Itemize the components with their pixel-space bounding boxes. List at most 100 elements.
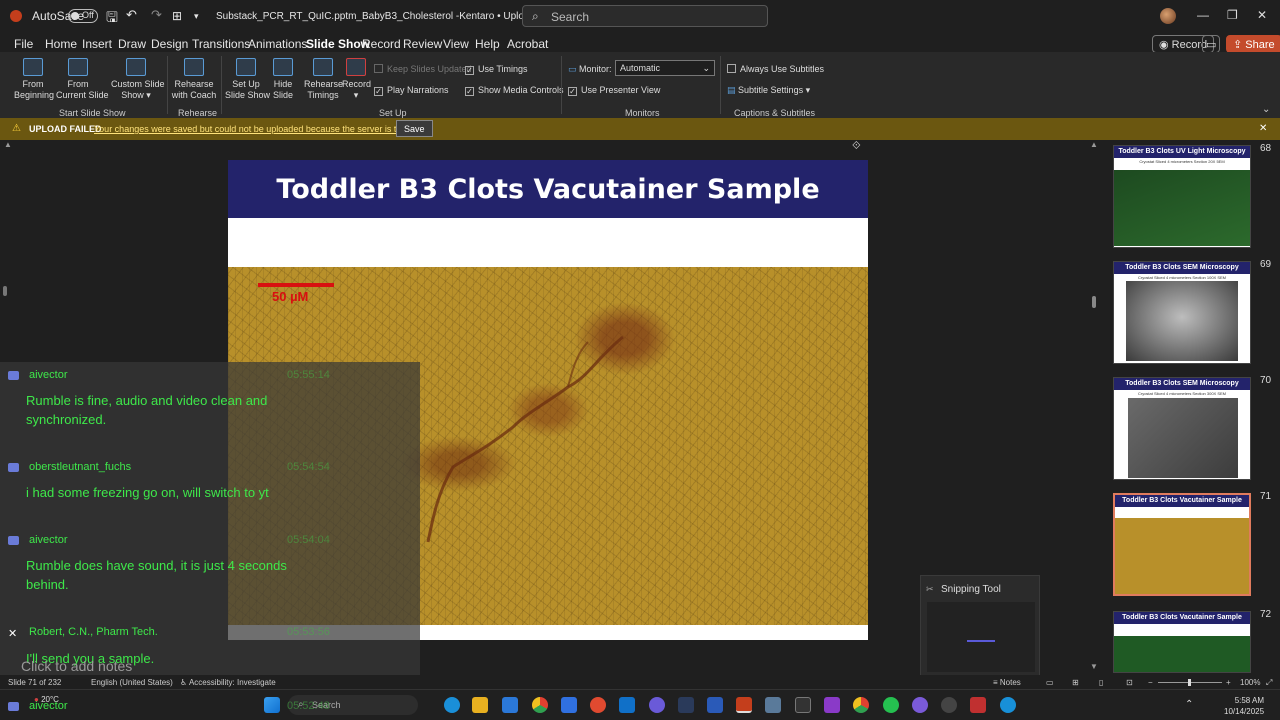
close-warning-icon[interactable]: ✕ bbox=[1259, 123, 1267, 134]
search-box[interactable]: ⌕ Search bbox=[522, 5, 768, 27]
close-icon[interactable]: ✕ bbox=[8, 627, 17, 640]
normal-view-icon[interactable]: ▭ bbox=[1046, 678, 1054, 687]
zoom-in-icon[interactable]: + bbox=[1226, 678, 1231, 687]
slideshow-view-icon[interactable]: ⊡ bbox=[1126, 678, 1133, 687]
collapse-ribbon-icon[interactable]: ⌄ bbox=[1262, 104, 1270, 115]
from-current-slide-button[interactable]: From Current Slide bbox=[56, 58, 109, 101]
autosave-toggle[interactable]: Off bbox=[68, 9, 98, 23]
fit-to-window-icon[interactable]: ⤢ bbox=[1266, 678, 1272, 688]
notification-area-icon[interactable]: ⌃ bbox=[1185, 699, 1193, 710]
record-slide-button[interactable]: Record ▾ bbox=[342, 58, 371, 101]
slide-title[interactable]: Toddler B3 Clots Vacutainer Sample bbox=[228, 174, 868, 205]
clock[interactable]: 5:58 AM 10/14/2025 bbox=[1224, 695, 1264, 717]
notes-placeholder[interactable]: Click to add notes bbox=[21, 658, 132, 674]
chat-time: 05:55:14 bbox=[287, 369, 330, 381]
close-icon[interactable]: ✕ bbox=[1257, 8, 1267, 22]
telegram-icon[interactable] bbox=[1000, 697, 1016, 713]
slide-thumbnail-72[interactable]: Toddler B3 Clots Vacutainer Sample bbox=[1113, 611, 1251, 673]
taskbar: ● 20°C ⌕ Search ⌃ 5:58 AM 10/14/2025 bbox=[0, 689, 1280, 720]
from-beginning-button[interactable]: From Beginning bbox=[14, 58, 54, 101]
redo-icon[interactable]: ↷ bbox=[151, 7, 162, 23]
slide-thumbnail-68[interactable]: Toddler B3 Clots UV Light Microscopy Cry… bbox=[1113, 145, 1251, 248]
always-use-subtitles-checkbox[interactable]: Always Use Subtitles bbox=[727, 64, 824, 74]
share-button[interactable]: ⇪ Share bbox=[1226, 35, 1280, 53]
zoom-slider[interactable] bbox=[1158, 679, 1222, 686]
tab-design[interactable]: Design bbox=[151, 37, 188, 51]
custom-slide-show-button[interactable]: Custom Slide Show ▾ bbox=[111, 58, 165, 101]
purple-app-icon[interactable] bbox=[824, 697, 840, 713]
show-media-controls-checkbox[interactable]: ✓ Show Media Controls bbox=[465, 85, 564, 96]
rehearse-timings-button[interactable]: Rehearse Timings bbox=[304, 58, 343, 101]
rehearse-with-coach-button[interactable]: Rehearse with Coach bbox=[171, 58, 217, 101]
reading-view-icon[interactable]: ▯ bbox=[1099, 678, 1103, 687]
tab-transitions[interactable]: Transitions bbox=[192, 37, 250, 51]
avatar[interactable] bbox=[1160, 8, 1176, 24]
monitor-select[interactable]: Automatic ⌄ bbox=[615, 60, 715, 76]
customize-qat-icon[interactable]: ▾ bbox=[194, 11, 199, 22]
photos-icon[interactable] bbox=[765, 697, 781, 713]
steam-icon[interactable] bbox=[678, 697, 694, 713]
zoom-out-icon[interactable]: − bbox=[1148, 678, 1153, 687]
subtitle-settings-button[interactable]: ▤ Subtitle Settings ▾ bbox=[727, 85, 810, 96]
snipping-tool-preview[interactable]: ✂ Snipping Tool bbox=[920, 575, 1040, 677]
4k-app-icon[interactable] bbox=[795, 697, 811, 713]
undo-icon[interactable]: ↶ bbox=[126, 7, 137, 23]
discord-icon[interactable] bbox=[649, 697, 665, 713]
zoom-slider-thumb[interactable] bbox=[1188, 679, 1191, 686]
viber-icon[interactable] bbox=[912, 697, 928, 713]
hide-slide-button[interactable]: Hide Slide bbox=[270, 58, 296, 101]
settings-icon[interactable] bbox=[941, 697, 957, 713]
store-icon[interactable] bbox=[502, 697, 518, 713]
tab-review[interactable]: Review bbox=[403, 37, 442, 51]
scrollbar-left[interactable] bbox=[3, 286, 7, 296]
slide-thumbnail-69[interactable]: Toddler B3 Clots SEM Microscopy Cryostat… bbox=[1113, 261, 1251, 364]
tab-file[interactable]: File bbox=[14, 37, 33, 51]
slide-thumbnail-70[interactable]: Toddler B3 Clots SEM Microscopy Cryostat… bbox=[1113, 377, 1251, 480]
edge-icon[interactable] bbox=[444, 697, 460, 713]
scroll-down-icon[interactable]: ▼ bbox=[1090, 662, 1098, 671]
tab-record[interactable]: Record bbox=[362, 37, 401, 51]
tab-view[interactable]: View bbox=[443, 37, 469, 51]
tab-home[interactable]: Home bbox=[45, 37, 77, 51]
slide-thumbnail-71[interactable]: Toddler B3 Clots Vacutainer Sample bbox=[1113, 493, 1251, 596]
chrome-alt-icon[interactable] bbox=[853, 697, 869, 713]
file-explorer-icon[interactable] bbox=[472, 697, 488, 713]
thumbnail-title: Toddler B3 Clots UV Light Microscopy bbox=[1114, 146, 1250, 158]
snipping-taskbar-icon[interactable] bbox=[970, 697, 986, 713]
tab-help[interactable]: Help bbox=[475, 37, 500, 51]
use-timings-checkbox[interactable]: ✓ Use Timings bbox=[465, 64, 528, 75]
word-icon[interactable] bbox=[707, 697, 723, 713]
maximize-icon[interactable]: ❐ bbox=[1227, 8, 1238, 22]
save-icon[interactable]: 🖫 bbox=[106, 7, 118, 31]
comments-icon[interactable]: ▭ bbox=[1202, 35, 1220, 53]
tab-animations[interactable]: Animations bbox=[248, 37, 307, 51]
play-narrations-checkbox[interactable]: ✓ Play Narrations bbox=[374, 85, 449, 96]
slide-sorter-icon[interactable]: ⊞ bbox=[1072, 678, 1079, 687]
document-title[interactable]: Substack_PCR_RT_QuIC.pptm_BabyB3_Cholest… bbox=[216, 11, 565, 22]
set-up-slide-show-button[interactable]: Set Up Slide Show bbox=[225, 58, 270, 101]
powerpoint-taskbar-icon[interactable] bbox=[736, 697, 752, 713]
scroll-up-icon-right[interactable]: ▲ bbox=[1090, 140, 1098, 149]
notes-toggle[interactable]: ≡ Notes bbox=[993, 678, 1021, 687]
tab-acrobat[interactable]: Acrobat bbox=[507, 37, 548, 51]
warning-message[interactable]: Your changes were saved but could not be… bbox=[94, 124, 430, 134]
save-button[interactable]: Save bbox=[396, 120, 433, 137]
tab-draw[interactable]: Draw bbox=[118, 37, 146, 51]
zoom-level[interactable]: 100% bbox=[1240, 678, 1260, 687]
present-icon[interactable]: ⊞ bbox=[172, 9, 182, 23]
title-bar: AutoSave Off 🖫 ↶ ↷ ⊞ ▾ Substack_PCR_RT_Q… bbox=[0, 0, 1280, 32]
chrome-icon[interactable] bbox=[532, 697, 548, 713]
outlook-icon[interactable] bbox=[619, 697, 635, 713]
use-presenter-view-checkbox[interactable]: ✓ Use Presenter View bbox=[568, 85, 660, 96]
minimize-icon[interactable]: — bbox=[1197, 8, 1209, 22]
red-app-icon[interactable] bbox=[590, 697, 606, 713]
remote-desktop-icon[interactable] bbox=[561, 697, 577, 713]
scrollbar-right[interactable] bbox=[1092, 296, 1096, 308]
accessibility-status[interactable]: ♿ Accessibility: Investigate bbox=[180, 678, 276, 687]
tab-insert[interactable]: Insert bbox=[82, 37, 112, 51]
whatsapp-icon[interactable] bbox=[883, 697, 899, 713]
designer-icon[interactable]: ⟐ bbox=[852, 140, 861, 153]
windows-start-icon[interactable] bbox=[264, 697, 280, 713]
scroll-up-icon[interactable]: ▲ bbox=[4, 140, 12, 149]
language[interactable]: English (United States) bbox=[91, 678, 173, 687]
